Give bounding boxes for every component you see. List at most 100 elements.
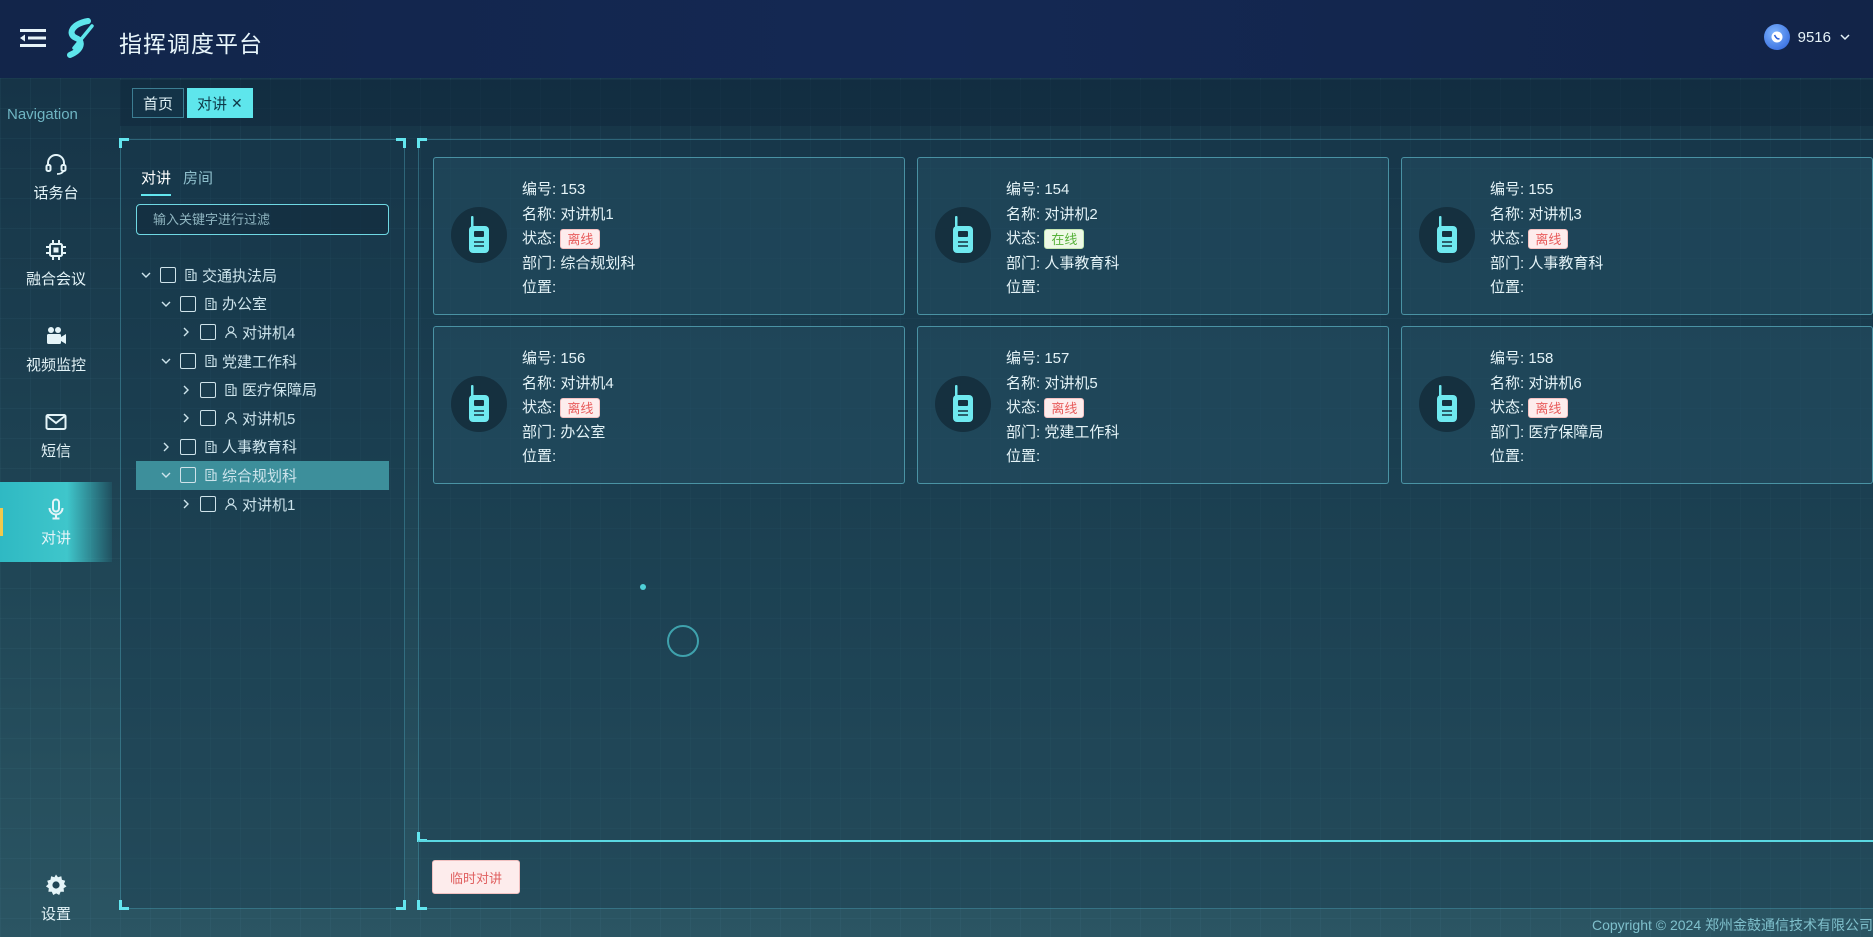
dept-label: 部门: bbox=[1490, 423, 1525, 441]
chevron-down-icon[interactable] bbox=[160, 469, 172, 481]
user-avatar-icon bbox=[1763, 24, 1790, 50]
walkie-talkie-icon bbox=[451, 376, 507, 432]
nav-item-video[interactable]: 视频监控 bbox=[0, 309, 112, 389]
tree-node[interactable]: 对讲机1 bbox=[136, 490, 389, 519]
chevron-down-icon[interactable] bbox=[160, 355, 172, 367]
chevron-right-icon[interactable] bbox=[180, 384, 192, 396]
location-label: 位置: bbox=[1490, 279, 1525, 296]
device-dept: 人事教育科 bbox=[1528, 254, 1604, 272]
mail-icon bbox=[45, 413, 67, 430]
chevron-down-icon[interactable] bbox=[160, 298, 172, 310]
walkie-talkie-icon bbox=[935, 376, 991, 432]
microphone-icon bbox=[48, 498, 64, 519]
tree-checkbox[interactable] bbox=[200, 496, 216, 513]
tab-intercom[interactable]: 对讲 ✕ bbox=[187, 88, 253, 118]
chevron-down-icon[interactable] bbox=[140, 269, 152, 281]
tree-checkbox[interactable] bbox=[180, 438, 196, 455]
tree-node[interactable]: 交通执法局 bbox=[136, 261, 389, 290]
device-id: 158 bbox=[1528, 350, 1554, 367]
device-panel: 编号: 153 名称: 对讲机1 状态: 离线 部门: 综合规划科 位置: 编号: 15… bbox=[417, 138, 1873, 842]
device-name: 对讲机3 bbox=[1528, 205, 1582, 223]
nav-title: Navigation bbox=[7, 106, 78, 123]
name-label: 名称: bbox=[1006, 374, 1041, 392]
tree-node[interactable]: 综合规划科 bbox=[136, 461, 389, 490]
tree-checkbox[interactable] bbox=[180, 353, 196, 370]
nav-item-intercom[interactable]: 对讲 bbox=[0, 482, 112, 562]
status-badge: 离线 bbox=[1528, 398, 1569, 419]
chevron-right-icon[interactable] bbox=[180, 412, 192, 424]
tree-node[interactable]: 党建工作科 bbox=[136, 347, 389, 376]
tree-checkbox[interactable] bbox=[160, 267, 176, 284]
device-card[interactable]: 编号: 158 名称: 对讲机6 状态: 离线 部门: 医疗保障局 位置: bbox=[1401, 326, 1873, 484]
tree-checkbox[interactable] bbox=[180, 467, 196, 484]
chevron-right-icon[interactable] bbox=[180, 498, 192, 510]
nav-item-sms[interactable]: 短信 bbox=[0, 395, 112, 475]
nav-item-console[interactable]: 话务台 bbox=[0, 137, 112, 217]
device-card[interactable]: 编号: 157 名称: 对讲机5 状态: 离线 部门: 党建工作科 位置: bbox=[917, 326, 1389, 484]
tree-node[interactable]: 人事教育科 bbox=[136, 433, 389, 462]
tree-checkbox[interactable] bbox=[200, 324, 216, 341]
device-card[interactable]: 编号: 156 名称: 对讲机4 状态: 离线 部门: 办公室 位置: bbox=[433, 326, 905, 484]
name-label: 名称: bbox=[1006, 205, 1041, 223]
status-label: 状态: bbox=[522, 399, 557, 416]
status-badge: 离线 bbox=[1528, 229, 1569, 250]
status-label: 状态: bbox=[1490, 230, 1525, 247]
building-icon bbox=[225, 383, 237, 396]
id-label: 编号: bbox=[522, 350, 557, 367]
tree-node-label: 人事教育科 bbox=[222, 439, 298, 457]
walkie-talkie-icon bbox=[935, 207, 991, 263]
chevron-right-icon[interactable] bbox=[180, 326, 192, 338]
user-name: 9516 bbox=[1797, 28, 1831, 46]
tree-checkbox[interactable] bbox=[180, 295, 196, 312]
temp-talk-button[interactable]: 临时对讲 bbox=[432, 860, 520, 894]
device-card[interactable]: 编号: 153 名称: 对讲机1 状态: 离线 部门: 综合规划科 位置: bbox=[433, 157, 905, 315]
device-name: 对讲机2 bbox=[1044, 205, 1098, 223]
dept-label: 部门: bbox=[522, 254, 557, 272]
nav-item-conference[interactable]: 融合会议 bbox=[0, 223, 112, 303]
menu-toggle-icon[interactable] bbox=[20, 27, 46, 49]
device-dept: 人事教育科 bbox=[1044, 254, 1120, 272]
device-dept: 办公室 bbox=[560, 423, 606, 441]
status-badge: 离线 bbox=[560, 398, 601, 419]
tree-checkbox[interactable] bbox=[200, 381, 216, 398]
walkie-talkie-icon bbox=[1419, 207, 1475, 263]
tab-home[interactable]: 首页 bbox=[132, 88, 185, 118]
device-name: 对讲机4 bbox=[560, 374, 614, 392]
status-label: 状态: bbox=[1006, 230, 1041, 247]
chevron-right-icon[interactable] bbox=[160, 441, 172, 453]
corner-decoration bbox=[119, 900, 129, 910]
close-icon[interactable]: ✕ bbox=[231, 95, 243, 112]
user-menu[interactable]: 9516 bbox=[1763, 24, 1851, 50]
copyright: Copyright © 2024 郑州金鼓通信技术有限公司 bbox=[1591, 917, 1873, 933]
device-dept: 党建工作科 bbox=[1044, 423, 1120, 441]
tree-node[interactable]: 对讲机4 bbox=[136, 318, 389, 347]
id-label: 编号: bbox=[1006, 181, 1041, 198]
tree-node[interactable]: 办公室 bbox=[136, 290, 389, 319]
tree-node[interactable]: 对讲机5 bbox=[136, 404, 389, 433]
tree-node-label: 对讲机4 bbox=[242, 324, 296, 342]
tree-filter-input[interactable] bbox=[136, 204, 389, 235]
tree-node[interactable]: 医疗保障局 bbox=[136, 375, 389, 404]
chip-icon bbox=[46, 239, 66, 260]
tree-checkbox[interactable] bbox=[200, 410, 216, 427]
status-label: 状态: bbox=[1006, 399, 1041, 416]
name-label: 名称: bbox=[522, 374, 557, 392]
building-icon bbox=[205, 297, 217, 310]
device-card[interactable]: 编号: 155 名称: 对讲机3 状态: 离线 部门: 人事教育科 位置: bbox=[1401, 157, 1873, 315]
device-id: 155 bbox=[1528, 181, 1554, 198]
status-badge: 离线 bbox=[560, 229, 601, 250]
tree-panel: 对讲 房间 交通执法局办公室对讲机4 党建工作科医疗保障局对讲机5 人事教育科综合规… bbox=[119, 138, 406, 910]
nav-item-settings[interactable]: 设置 bbox=[0, 858, 112, 937]
id-label: 编号: bbox=[1006, 350, 1041, 367]
device-card[interactable]: 编号: 154 名称: 对讲机2 状态: 在线 部门: 人事教育科 位置: bbox=[917, 157, 1389, 315]
status-label: 状态: bbox=[522, 230, 557, 247]
user-icon bbox=[225, 412, 237, 425]
tree-node-label: 对讲机5 bbox=[242, 410, 296, 428]
headset-icon bbox=[45, 153, 67, 175]
dept-label: 部门: bbox=[522, 423, 557, 441]
building-icon bbox=[205, 440, 217, 453]
tree-node-label: 交通执法局 bbox=[202, 267, 278, 285]
sub-tab-intercom[interactable]: 对讲 bbox=[141, 167, 172, 196]
sub-tab-room[interactable]: 房间 bbox=[183, 167, 213, 196]
building-icon bbox=[205, 469, 217, 482]
